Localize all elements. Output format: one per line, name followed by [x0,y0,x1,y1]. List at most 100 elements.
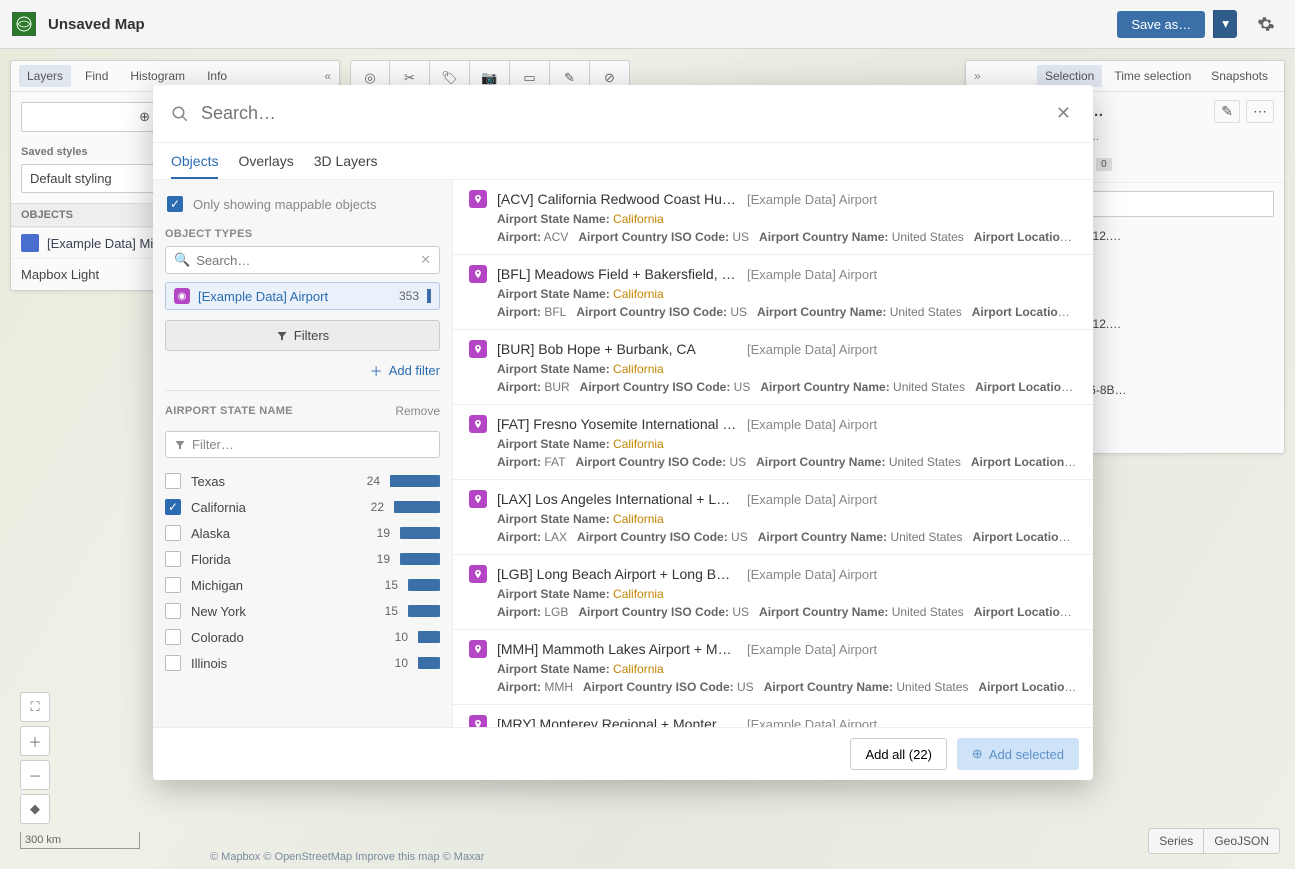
result-title: [LGB] Long Beach Airport + Long Beach, … [497,566,737,582]
facet-filter-input[interactable]: Filter… [165,431,440,458]
collapse-left-icon[interactable]: « [324,69,331,83]
selection-edit-button[interactable]: ✎ [1214,100,1240,123]
tab-histogram[interactable]: Histogram [122,65,193,87]
facet-name: New York [191,604,364,619]
facet-row[interactable]: New York 15 [165,598,440,624]
facet-bar [400,527,440,539]
filter-property-name: AIRPORT STATE NAME [165,399,293,423]
selection-more-button[interactable]: ⋯ [1246,100,1274,123]
tab-find[interactable]: Find [77,65,116,87]
result-type: [Example Data] Airport [747,417,877,432]
result-title: [BFL] Meadows Field + Bakersfield, CA [497,266,737,282]
modal-tab-3d-layers[interactable]: 3D Layers [314,143,378,179]
series-button[interactable]: Series [1148,828,1204,854]
tab-selection[interactable]: Selection [1037,65,1102,87]
facet-row[interactable]: Florida 19 [165,546,440,572]
result-type: [Example Data] Airport [747,192,877,207]
facet-checkbox[interactable] [165,655,181,671]
fullscreen-button[interactable]: ⛶ [20,692,50,722]
facet-row[interactable]: Alaska 19 [165,520,440,546]
app-logo[interactable] [12,12,36,36]
pin-icon [469,340,487,358]
object-type-bar [427,289,431,303]
modal-close-button[interactable]: ✕ [1052,99,1075,128]
compass-button[interactable]: ◆ [20,794,50,824]
facet-checkbox[interactable] [165,551,181,567]
object-type-item[interactable]: ◉ [Example Data] Airport 353 [165,282,440,310]
result-meta: Airport: ACV Airport Country ISO Code: U… [497,230,1077,244]
tab-snapshots[interactable]: Snapshots [1203,65,1276,87]
modal-tab-overlays[interactable]: Overlays [238,143,293,179]
geojson-button[interactable]: GeoJSON [1204,828,1280,854]
expand-right-icon[interactable]: » [974,69,981,83]
result-item[interactable]: [MRY] Monterey Regional + Monterey, CA [… [453,705,1093,727]
scale-bar: 300 km [20,832,140,849]
mappable-label: Only showing mappable objects [193,197,377,212]
facet-name: Illinois [191,656,374,671]
modal-sidebar: ✓ Only showing mappable objects OBJECT T… [153,180,453,727]
facet-bar [394,501,440,513]
save-as-button[interactable]: Save as… [1117,11,1205,38]
tab-layers[interactable]: Layers [19,65,71,87]
pin-icon [469,190,487,208]
result-item[interactable]: [LGB] Long Beach Airport + Long Beach, …… [453,555,1093,630]
remove-filter-button[interactable]: Remove [395,404,440,418]
add-filter-button[interactable]: ＋ Add filter [165,361,440,380]
object-type-count: 353 [399,289,419,303]
facet-checkbox[interactable] [165,525,181,541]
result-meta: Airport: BUR Airport Country ISO Code: U… [497,380,1077,394]
facet-name: Alaska [191,526,356,541]
facet-row[interactable]: Colorado 10 [165,624,440,650]
zoom-in-button[interactable]: ＋ [20,726,50,756]
result-title: [ACV] California Redwood Coast Humbo… [497,191,737,207]
facet-row[interactable]: Michigan 15 [165,572,440,598]
facet-row[interactable]: ✓ California 22 [165,494,440,520]
result-meta: Airport: LGB Airport Country ISO Code: U… [497,605,1077,619]
facet-checkbox[interactable]: ✓ [165,499,181,515]
facet-name: California [191,500,350,515]
facet-row[interactable]: Texas 24 [165,468,440,494]
results-list[interactable]: [ACV] California Redwood Coast Humbo… [E… [453,180,1093,727]
search-icon: 🔍 [174,252,190,268]
result-item[interactable]: [FAT] Fresno Yosemite International + Fr… [453,405,1093,480]
mappable-checkbox[interactable]: ✓ [167,196,183,212]
result-title: [FAT] Fresno Yosemite International + Fr… [497,416,737,432]
add-selected-button[interactable]: ⊕ Add selected [957,738,1079,770]
plus-icon: ⊕ [139,109,150,125]
map-attribution: © Mapbox © OpenStreetMap Improve this ma… [210,851,484,863]
result-item[interactable]: [BUR] Bob Hope + Burbank, CA [Example Da… [453,330,1093,405]
result-item[interactable]: [BFL] Meadows Field + Bakersfield, CA [E… [453,255,1093,330]
facet-checkbox[interactable] [165,473,181,489]
result-item[interactable]: [LAX] Los Angeles International + Los An… [453,480,1093,555]
object-types-search[interactable]: 🔍 ✕ [165,246,440,274]
facet-checkbox[interactable] [165,629,181,645]
modal-tab-objects[interactable]: Objects [171,143,218,179]
result-meta: Airport State Name: California [497,512,1077,526]
clear-icon[interactable]: ✕ [420,252,431,268]
facet-checkbox[interactable] [165,577,181,593]
facet-bar [418,631,440,643]
facet-count: 10 [384,656,408,670]
add-all-button[interactable]: Add all (22) [850,738,946,770]
save-dropdown-button[interactable]: ▾ [1213,10,1237,38]
result-item[interactable]: [MMH] Mammoth Lakes Airport + Mam… [Exam… [453,630,1093,705]
object-types-search-input[interactable] [196,253,414,268]
zoom-out-button[interactable]: － [20,760,50,790]
result-type: [Example Data] Airport [747,567,877,582]
facet-name: Florida [191,552,356,567]
tab-info[interactable]: Info [199,65,235,87]
tab-time-selection[interactable]: Time selection [1106,65,1199,87]
facet-checkbox[interactable] [165,603,181,619]
result-item[interactable]: [ACV] California Redwood Coast Humbo… [E… [453,180,1093,255]
modal-search-input[interactable] [201,103,1040,124]
facet-count: 10 [384,630,408,644]
facet-count: 24 [356,474,380,488]
filters-button[interactable]: Filters [165,320,440,351]
facet-count: 19 [366,552,390,566]
settings-button[interactable] [1249,11,1283,37]
facet-count: 15 [374,604,398,618]
result-meta: Airport State Name: California [497,212,1077,226]
facet-count: 15 [374,578,398,592]
facet-row[interactable]: Illinois 10 [165,650,440,676]
result-type: [Example Data] Airport [747,267,877,282]
